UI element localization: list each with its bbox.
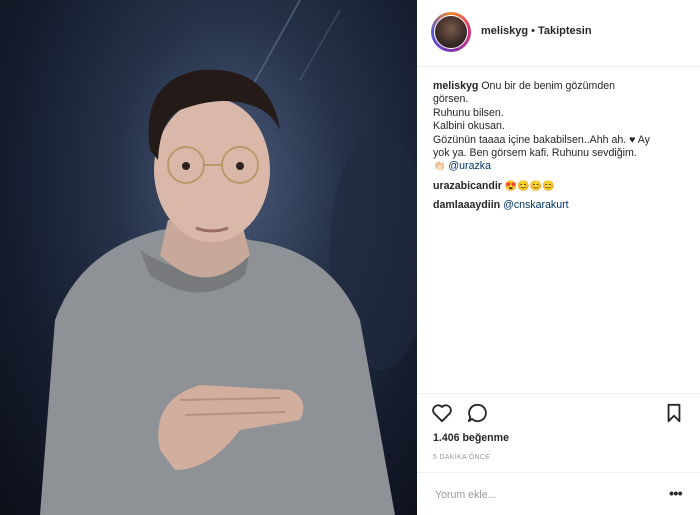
comment-item: urazabicandir 😍😊😊😊 <box>433 180 691 193</box>
caption-line-2: görsen. <box>433 93 469 106</box>
comment-input[interactable] <box>433 485 657 505</box>
avatar[interactable] <box>431 12 471 52</box>
post-timestamp: 5 DAKİKA ÖNCE <box>433 454 491 461</box>
caption-line-5: Gözünün taaaa içine bakabilsen..Ahh ah. … <box>433 133 650 146</box>
caption-line-6: yok ya. Ben görsem kafi. Ruhunu sevdiğim… <box>433 147 637 160</box>
bookmark-icon[interactable] <box>665 403 683 423</box>
header-separator: • <box>531 25 535 37</box>
post-side-panel: meliskyg • Takiptesin meliskyg Onu bir de … <box>417 0 700 515</box>
instagram-post: meliskyg • Takiptesin meliskyg Onu bir de … <box>0 0 700 515</box>
comment-item: damlaaaydiin @cnskarakurt <box>433 199 691 212</box>
heart-icon[interactable] <box>431 403 453 423</box>
post-header: meliskyg • Takiptesin <box>417 0 700 67</box>
clap-emoji: 👏🏻 <box>433 161 446 173</box>
follow-status[interactable]: Takiptesin <box>538 25 592 37</box>
likes-count[interactable]: 1.406 beğenme <box>433 432 509 444</box>
avatar-image <box>434 15 468 49</box>
caption-line-1: Onu bir de benim gözümden <box>481 80 615 92</box>
header-username[interactable]: meliskyg <box>481 25 528 37</box>
add-comment-bar: ••• <box>417 472 700 515</box>
comments-list: meliskyg Onu bir de benim gözümden görse… <box>433 80 691 213</box>
post-photo[interactable] <box>0 0 417 515</box>
comment-icon[interactable] <box>467 403 489 423</box>
caption-comment: meliskyg Onu bir de benim gözümden görse… <box>433 80 691 174</box>
caption-line-4: Kalbini okusan. <box>433 120 505 133</box>
caption-username[interactable]: meliskyg <box>433 80 478 92</box>
header-text: meliskyg • Takiptesin <box>481 25 592 37</box>
comment-username[interactable]: damlaaaydiin <box>433 199 500 211</box>
post-actions: 1.406 beğenme 5 DAKİKA ÖNCE ••• <box>417 393 700 514</box>
portrait-illustration <box>40 0 417 515</box>
caption-line-3: Ruhunu bilsen. <box>433 106 504 119</box>
comment-username[interactable]: urazabicandir <box>433 180 502 192</box>
mention-link[interactable]: @urazka <box>448 160 491 172</box>
mention-link[interactable]: @cnskarakurt <box>503 199 569 211</box>
more-options-icon[interactable]: ••• <box>669 485 683 501</box>
comment-emojis: 😍😊😊😊 <box>504 180 555 192</box>
